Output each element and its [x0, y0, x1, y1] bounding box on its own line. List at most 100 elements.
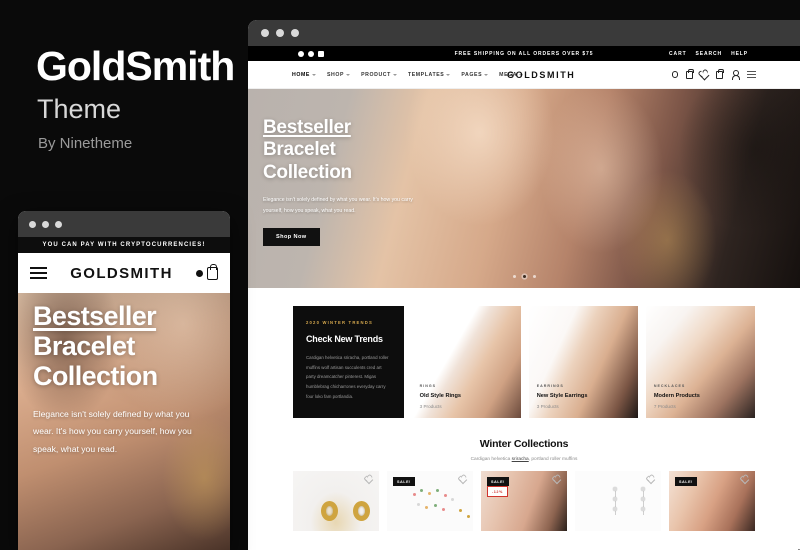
- mobile-logo[interactable]: GOLDSMITH: [70, 265, 173, 282]
- window-minimize-dot-icon[interactable]: [42, 220, 49, 228]
- collections-header: Winter Collections Cardigan helvetica sr…: [248, 418, 800, 471]
- promo-subtitle: Theme: [37, 94, 122, 124]
- nav-item-home-label: HOME: [292, 71, 310, 78]
- product-grid: SALE! SALE! -12% SALE!: [248, 471, 800, 531]
- desktop-top-bar: FREE SHIPPING ON ALL ORDERS OVER $75 CAR…: [248, 46, 800, 61]
- category-count-rings: 3 Products: [419, 404, 442, 409]
- category-eyebrow-necklaces: NECKLACES: [653, 384, 686, 388]
- mobile-header: GOLDSMITH: [18, 253, 230, 293]
- top-bar-links: CART SEARCH HELP: [656, 51, 786, 57]
- sale-badge: SALE!: [487, 477, 509, 486]
- topbar-link-cart[interactable]: CART: [669, 51, 687, 57]
- window-close-dot-icon[interactable]: [261, 29, 269, 37]
- window-minimize-dot-icon[interactable]: [276, 29, 284, 37]
- nav-item-pages-label: PAGES: [461, 71, 483, 78]
- nav-menu: HOME SHOP PRODUCT TEMPLATES PAGES MEGA: [292, 71, 524, 78]
- user-account-icon[interactable]: [731, 70, 741, 80]
- category-count-necklaces: 7 Products: [653, 404, 676, 409]
- product-card-2[interactable]: SALE!: [387, 471, 473, 531]
- category-eyebrow-rings: RINGS: [419, 384, 437, 388]
- slider-dot-2-active[interactable]: [522, 275, 526, 278]
- mobile-header-icons: [196, 264, 218, 280]
- nav-item-shop-label: SHOP: [326, 71, 345, 78]
- product-card-1[interactable]: [293, 471, 379, 531]
- header-tool-icons: [575, 68, 756, 80]
- chevron-down-icon: [446, 73, 451, 76]
- shop-now-button[interactable]: Shop Now: [263, 228, 320, 247]
- wishlist-heart-icon[interactable]: [699, 70, 710, 80]
- mobile-hero-heading: Bestseller Bracelet Collection: [33, 301, 218, 392]
- hero-line3: Collection: [263, 161, 352, 183]
- wishlist-heart-icon[interactable]: [364, 475, 374, 485]
- cart-count-badge-icon[interactable]: [196, 269, 203, 277]
- collections-subtitle-link[interactable]: sriracha: [512, 457, 529, 462]
- promo-panel: GoldSmith Theme By Ninetheme YOU CAN PAY…: [0, 0, 248, 550]
- sale-badge: SALE!: [675, 477, 697, 486]
- category-card-earrings[interactable]: EARRINGS New Style Earrings 3 Products: [528, 306, 638, 418]
- mobile-hero-line3: Collection: [33, 361, 158, 392]
- cart-icon[interactable]: [716, 68, 724, 79]
- collections-subtitle-post: , portland roller muffins: [528, 457, 578, 462]
- mobile-announcement-bar: YOU CAN PAY WITH CRYPTOCURRENCIES!: [18, 237, 230, 253]
- window-maximize-dot-icon[interactable]: [55, 220, 62, 228]
- sale-badge: SALE!: [393, 477, 415, 486]
- search-icon[interactable]: [671, 71, 678, 78]
- topbar-link-search[interactable]: SEARCH: [696, 51, 723, 57]
- desktop-main-nav: HOME SHOP PRODUCT TEMPLATES PAGES MEGA G…: [248, 61, 800, 89]
- facebook-icon[interactable]: [318, 50, 324, 57]
- hero-heading: Bestseller Bracelet Collection: [263, 117, 463, 184]
- mobile-hero-line1: Bestseller: [33, 301, 157, 331]
- mobile-hero: Bestseller Bracelet Collection Elegance …: [18, 293, 230, 550]
- nav-item-home[interactable]: HOME: [292, 72, 316, 78]
- nav-item-product-label: PRODUCT: [361, 71, 391, 78]
- hero-paragraph: Elegance isn't solely defined by what yo…: [263, 197, 413, 215]
- social-icons: [262, 50, 392, 57]
- category-count-earrings: 3 Products: [536, 404, 559, 409]
- product-card-3[interactable]: SALE! -12%: [481, 471, 567, 531]
- trends-eyebrow: 2020 WINTER TRENDS: [306, 320, 373, 325]
- category-card-rings[interactable]: RINGS Old Style Rings 3 Products: [411, 306, 521, 418]
- wishlist-heart-icon[interactable]: [740, 475, 750, 485]
- menu-icon[interactable]: [747, 71, 756, 78]
- wishlist-heart-icon[interactable]: [552, 475, 562, 485]
- wishlist-heart-icon[interactable]: [458, 475, 468, 485]
- instagram-icon[interactable]: [298, 50, 304, 57]
- category-title-earrings: New Style Earrings: [536, 393, 588, 399]
- promo-author: By Ninetheme: [38, 135, 133, 152]
- category-title-rings: Old Style Rings: [419, 393, 461, 399]
- nav-item-shop[interactable]: SHOP: [326, 71, 351, 78]
- topbar-link-help[interactable]: HELP: [731, 51, 748, 57]
- product-card-4[interactable]: [575, 471, 661, 531]
- shopping-bag-icon[interactable]: [207, 264, 218, 280]
- chevron-down-icon: [392, 73, 397, 76]
- category-section: 2020 WINTER TRENDS Check New Trends Card…: [248, 288, 800, 418]
- wishlist-heart-icon[interactable]: [646, 475, 656, 485]
- mobile-mockup: YOU CAN PAY WITH CRYPTOCURRENCIES! GOLDS…: [18, 211, 230, 550]
- nav-item-pages[interactable]: PAGES: [461, 71, 489, 78]
- desktop-browser-chrome: [248, 20, 800, 46]
- mobile-hero-paragraph: Elegance isn't solely defined by what yo…: [33, 408, 192, 454]
- slider-dot-3[interactable]: [532, 275, 536, 278]
- product-card-5[interactable]: SALE!: [669, 471, 755, 531]
- desktop-logo[interactable]: GOLDSMITH: [507, 70, 575, 80]
- desktop-hero-slider: Bestseller Bracelet Collection Elegance …: [248, 89, 800, 288]
- twitter-icon[interactable]: [308, 50, 314, 57]
- hero-line2: Bracelet: [263, 139, 336, 161]
- trends-title: Check New Trends: [306, 334, 383, 344]
- category-card-necklaces[interactable]: NECKLACES Modern Products 7 Products: [645, 306, 755, 418]
- window-maximize-dot-icon[interactable]: [291, 29, 299, 37]
- chevron-down-icon: [311, 73, 316, 76]
- nav-item-templates[interactable]: TEMPLATES: [408, 72, 451, 78]
- collections-title: Winter Collections: [479, 438, 569, 450]
- hamburger-menu-icon[interactable]: [30, 267, 47, 279]
- discount-badge: -12%: [487, 486, 508, 497]
- slider-dot-1[interactable]: [512, 275, 516, 278]
- shopping-bag-icon[interactable]: [686, 68, 694, 79]
- window-close-dot-icon[interactable]: [29, 220, 36, 228]
- collections-subtitle: Cardigan helvetica sriracha, portland ro…: [248, 457, 800, 462]
- mobile-hero-line2: Bracelet: [33, 331, 135, 362]
- trends-body: Cardigan helvetica sriracha, portland ro…: [306, 355, 389, 399]
- trends-card[interactable]: 2020 WINTER TRENDS Check New Trends Card…: [293, 306, 404, 418]
- nav-item-product[interactable]: PRODUCT: [361, 72, 397, 78]
- hero-line1: Bestseller: [263, 117, 351, 138]
